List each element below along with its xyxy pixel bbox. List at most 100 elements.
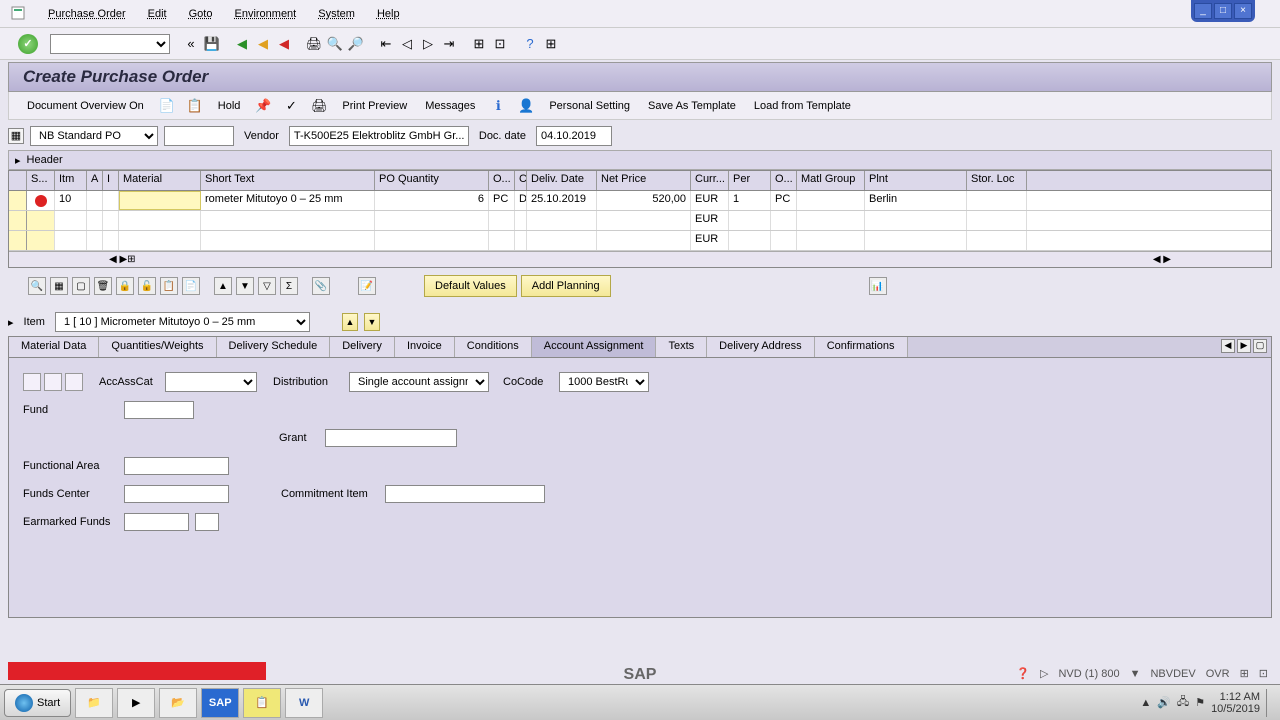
task-explorer[interactable]: 📁	[75, 688, 113, 718]
doc-number-input[interactable]	[164, 126, 234, 146]
tab-account-assignment[interactable]: Account Assignment	[532, 337, 657, 357]
tab-invoice[interactable]: Invoice	[395, 337, 455, 357]
menu-edit[interactable]: Edit	[138, 4, 177, 24]
col-material[interactable]: Material	[119, 171, 201, 190]
col-per[interactable]: Per	[729, 171, 771, 190]
new-session-icon[interactable]: ⊞	[470, 35, 488, 53]
col-qty[interactable]: PO Quantity	[375, 171, 489, 190]
distribution-select[interactable]: Single account assignm..	[349, 372, 489, 392]
task-sap-active[interactable]: 📋	[243, 688, 281, 718]
tab-texts[interactable]: Texts	[656, 337, 707, 357]
doctype-select[interactable]: NB Standard PO	[30, 126, 158, 146]
funds-center-input[interactable]	[124, 485, 229, 503]
col-ouom[interactable]: O...	[489, 171, 515, 190]
create-icon[interactable]: 📄	[158, 97, 176, 115]
unlock-icon[interactable]: 🔓	[138, 277, 156, 295]
col-status[interactable]: S...	[27, 171, 55, 190]
preview-icon[interactable]: 🖨	[310, 97, 328, 115]
tab-delivery-schedule[interactable]: Delivery Schedule	[217, 337, 331, 357]
notes-icon[interactable]: 📝	[358, 277, 376, 295]
tab-scroll-right[interactable]: ▶	[1237, 339, 1251, 353]
copy-icon[interactable]: 📋	[160, 277, 178, 295]
tab-delivery-address[interactable]: Delivery Address	[707, 337, 815, 357]
export-icon[interactable]: 📊	[869, 277, 887, 295]
item-down-button[interactable]: ▼	[364, 313, 380, 331]
layout-icon[interactable]: ⊞	[542, 35, 560, 53]
col-stor[interactable]: Stor. Loc	[967, 171, 1027, 190]
tray-time[interactable]: 1:12 AM	[1211, 691, 1260, 703]
start-button[interactable]: Start	[4, 689, 71, 717]
edit-icon[interactable]	[44, 373, 62, 391]
prev-page-icon[interactable]: ◁	[398, 35, 416, 53]
lock-icon[interactable]: 🔒	[116, 277, 134, 295]
select-all-icon[interactable]: ▦	[50, 277, 68, 295]
tab-material-data[interactable]: Material Data	[9, 337, 99, 357]
col-matl[interactable]: Matl Group	[797, 171, 865, 190]
grid-scrollbar[interactable]: ◀ ▶⊞◀ ▶	[9, 251, 1271, 267]
accasscat-select[interactable]	[165, 372, 257, 392]
copy-doc-icon[interactable]: 📋	[186, 97, 204, 115]
ok-icon[interactable]: ✓	[18, 34, 38, 54]
col-i[interactable]: I	[103, 171, 119, 190]
material-cell[interactable]	[119, 191, 201, 210]
table-row[interactable]: EUR	[9, 231, 1271, 251]
col-curr[interactable]: Curr...	[691, 171, 729, 190]
tab-confirmations[interactable]: Confirmations	[815, 337, 908, 357]
back-icon[interactable]: «	[182, 35, 200, 53]
display-icon[interactable]	[65, 373, 83, 391]
tab-list-button[interactable]: ▢	[1253, 339, 1267, 353]
find-next-icon[interactable]: 🔎	[347, 35, 365, 53]
minimize-button[interactable]: _	[1194, 3, 1212, 19]
deselect-icon[interactable]: ▢	[72, 277, 90, 295]
col-short[interactable]: Short Text	[201, 171, 375, 190]
menu-help[interactable]: Help	[367, 4, 410, 24]
grant-input[interactable]	[325, 429, 457, 447]
message-bar[interactable]	[8, 662, 266, 680]
tray-show-hidden-icon[interactable]: ▲	[1140, 697, 1151, 709]
detail-icon[interactable]: 🔍	[28, 277, 46, 295]
doctype-icon[interactable]: ▦	[8, 128, 24, 144]
first-page-icon[interactable]: ⇤	[377, 35, 395, 53]
save-icon[interactable]: 💾	[203, 35, 221, 53]
personal-setting-button[interactable]: Personal Setting	[545, 98, 634, 114]
item-select[interactable]: 1 [ 10 ] Micrometer Mitutoyo 0 – 25 mm	[55, 312, 310, 332]
addl-planning-button[interactable]: Addl Planning	[521, 275, 611, 297]
sum-icon[interactable]: Σ	[280, 277, 298, 295]
attachment-icon[interactable]: 📎	[312, 277, 330, 295]
menu-goto[interactable]: Goto	[179, 4, 223, 24]
help-icon[interactable]: ?	[521, 35, 539, 53]
info-icon[interactable]: ℹ	[489, 97, 507, 115]
back-nav-icon[interactable]: ◀	[233, 35, 251, 53]
table-view-icon[interactable]	[23, 373, 41, 391]
col-plnt[interactable]: Plnt	[865, 171, 967, 190]
docdate-input[interactable]	[536, 126, 612, 146]
help-status-icon[interactable]: ❓	[1016, 667, 1030, 680]
menu-environment[interactable]: Environment	[224, 4, 306, 24]
header-toggle[interactable]: ▸ Header	[8, 150, 1272, 170]
col-price[interactable]: Net Price	[597, 171, 691, 190]
item-up-button[interactable]: ▲	[342, 313, 358, 331]
func-area-input[interactable]	[124, 457, 229, 475]
commitment-input[interactable]	[385, 485, 545, 503]
table-row[interactable]: 10 rometer Mitutoyo 0 – 25 mm 6 PC D 25.…	[9, 191, 1271, 211]
show-desktop[interactable]	[1266, 689, 1276, 717]
status-system[interactable]: NVD (1) 800	[1058, 668, 1119, 680]
shortcut-icon[interactable]: ⊡	[491, 35, 509, 53]
tray-date[interactable]: 10/5/2019	[1211, 703, 1260, 715]
col-a[interactable]: A	[87, 171, 103, 190]
paste-icon[interactable]: 📄	[182, 277, 200, 295]
tab-conditions[interactable]: Conditions	[455, 337, 532, 357]
status-local-icon[interactable]: ⊡	[1259, 667, 1268, 680]
load-template-button[interactable]: Load from Template	[750, 98, 855, 114]
menu-system[interactable]: System	[308, 4, 365, 24]
maximize-button[interactable]: □	[1214, 3, 1232, 19]
find-icon[interactable]: 🔍	[326, 35, 344, 53]
tab-scroll-left[interactable]: ◀	[1221, 339, 1235, 353]
col-itm[interactable]: Itm	[55, 171, 87, 190]
status-icon[interactable]: ⊞	[1240, 667, 1249, 680]
tray-network-icon[interactable]: 🖧	[1177, 693, 1189, 712]
earmarked-item-input[interactable]	[195, 513, 219, 531]
print-preview-button[interactable]: Print Preview	[338, 98, 411, 114]
col-deliv[interactable]: Deliv. Date	[527, 171, 597, 190]
table-row[interactable]: EUR	[9, 211, 1271, 231]
